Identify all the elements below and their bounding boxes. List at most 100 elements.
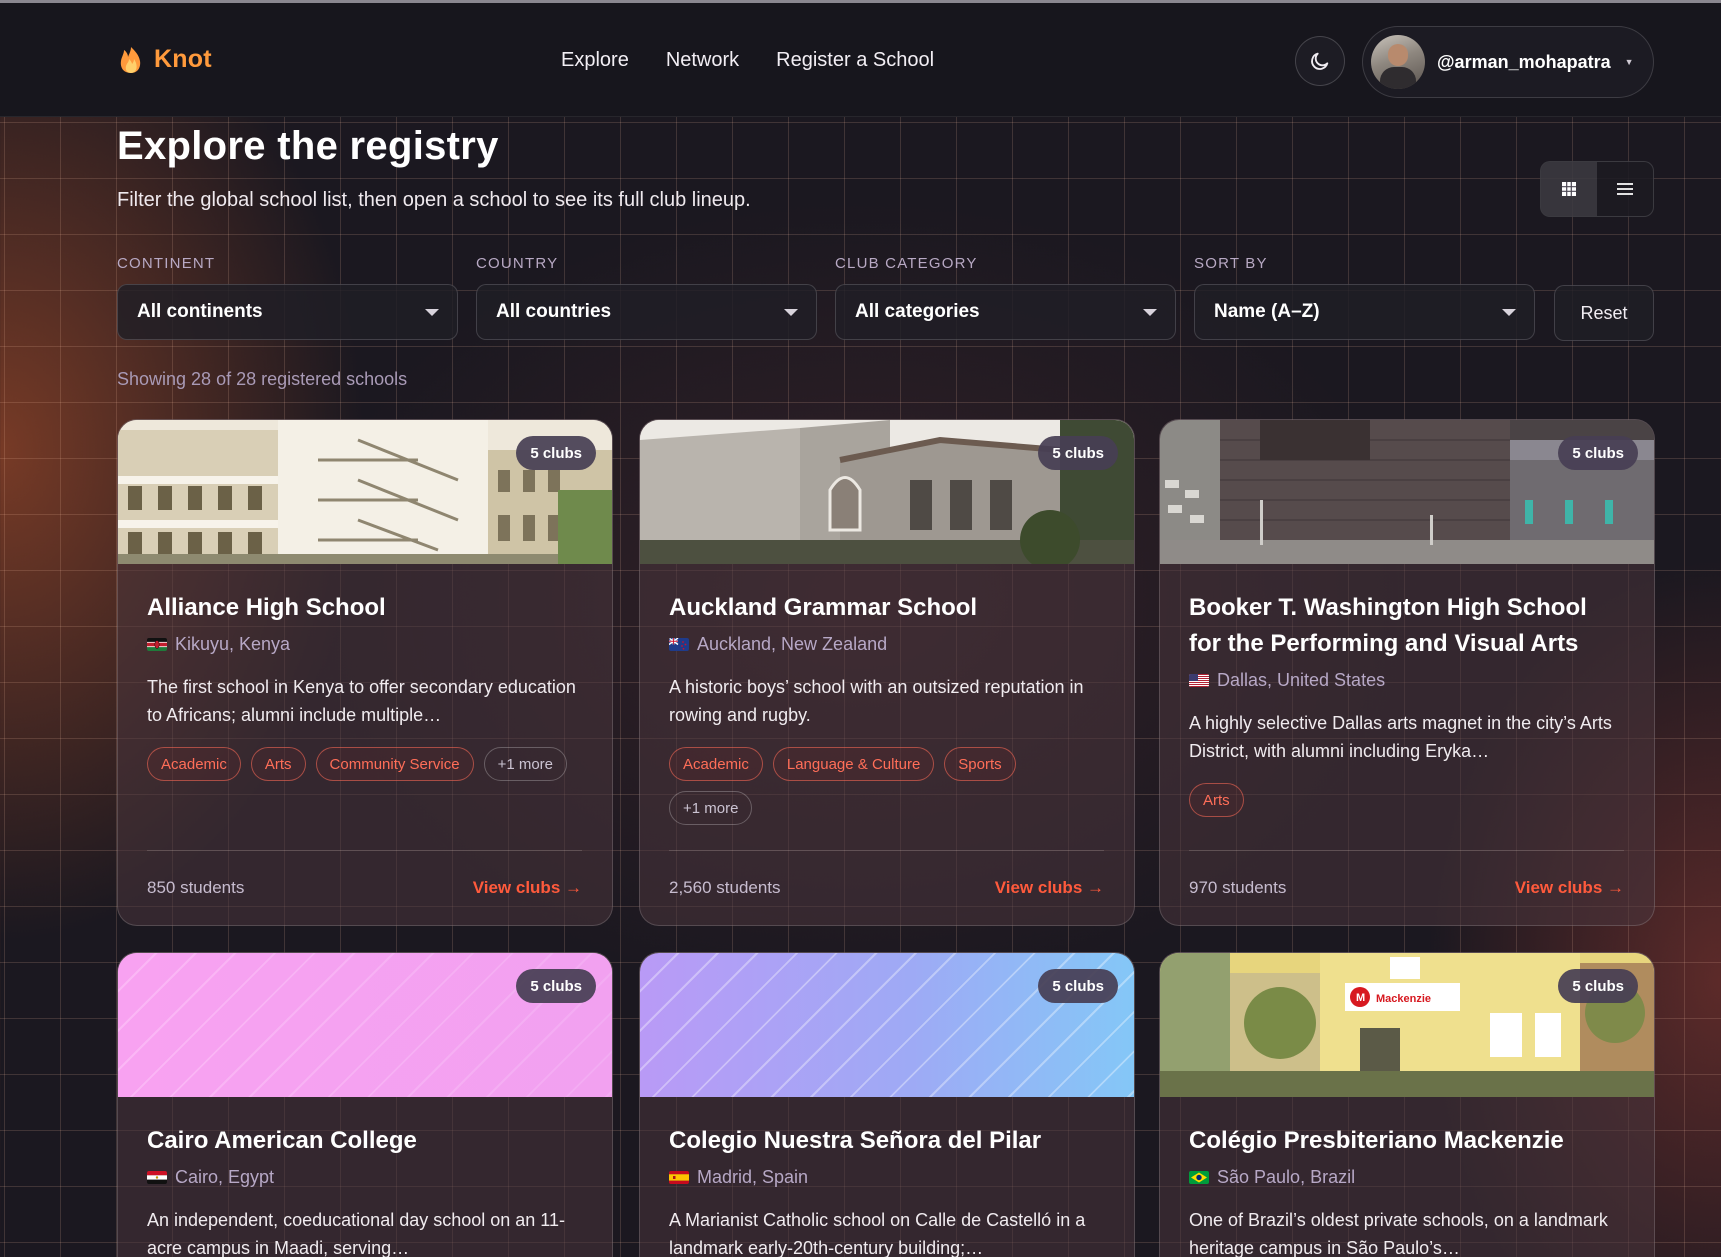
tag-sports[interactable]: Sports [944,747,1016,781]
school-location-text: Cairo, Egypt [175,1167,275,1187]
student-count: 850 students [147,878,245,897]
category-tags: Academic Language & Culture Sports +1 mo… [669,747,1104,825]
school-location: Madrid, Spain [669,1167,1104,1188]
card-body: Cairo American College Cairo, Egypt An i… [118,1097,612,1257]
clubs-count-badge: 5 clubs [516,969,596,1003]
list-icon [1617,183,1633,195]
chevron-down-icon [1143,308,1157,316]
school-photo: 5 clubs [1160,420,1654,564]
tag-community-service[interactable]: Community Service [315,747,474,781]
continent-filter-label: CONTINENT [117,255,216,272]
sort-select[interactable]: Name (A–Z) [1194,284,1535,340]
school-description: A historic boys’ school with an outsized… [669,677,1084,725]
card-body: Alliance High School Kikuyu, Kenya The f… [118,564,612,781]
card-footer: 970 students View clubs → [1189,850,1624,925]
category-filter: CLUB CATEGORY All categories [835,255,1176,340]
school-description: A Marianist Catholic school on Calle de … [669,1210,1086,1257]
page-title: Explore the registry [117,124,499,168]
sort-select-value: Name (A–Z) [1214,301,1320,322]
tag-language-culture[interactable]: Language & Culture [772,747,935,781]
country-select-value: All countries [496,301,612,322]
kenya-flag-icon [147,638,167,651]
student-count: 970 students [1189,878,1287,897]
brand-name: Knot [154,45,212,73]
school-name: Booker T. Washington High School for the… [1189,594,1587,657]
list-view-button[interactable] [1597,162,1653,216]
view-clubs-link[interactable]: View clubs → [473,878,582,898]
tag-arts[interactable]: Arts [250,747,306,781]
flame-logo-icon [120,46,141,73]
card-footer: 850 students View clubs → [147,850,582,925]
school-description: An independent, coeducational day school… [147,1210,565,1257]
reset-button[interactable]: Reset [1554,285,1654,341]
school-photo: M Mackenzie 5 clubs [1160,953,1654,1097]
continent-filter: CONTINENT All continents [117,255,458,340]
category-filter-label: CLUB CATEGORY [835,255,978,272]
view-clubs-link[interactable]: View clubs → [995,878,1104,898]
category-tags: Arts [1189,783,1624,817]
school-location-text: Madrid, Spain [697,1167,809,1187]
school-name: Alliance High School [147,594,386,621]
school-photo: 5 clubs [118,420,612,564]
chevron-down-icon: ▼ [1624,57,1634,67]
clubs-count-badge: 5 clubs [1558,436,1638,470]
theme-toggle-button[interactable] [1295,36,1345,86]
top-nav-bar: Knot Explore Network Register a School @… [0,3,1721,117]
brand[interactable]: Knot [118,45,212,74]
brazil-flag-icon [1189,1171,1209,1184]
page-subtitle: Filter the global school list, then open… [117,189,751,211]
school-description: The first school in Kenya to offer secon… [147,677,576,725]
tag-academic[interactable]: Academic [669,747,763,781]
continent-select[interactable]: All continents [117,284,458,340]
school-photo-placeholder: 5 clubs [118,953,612,1097]
school-photo-placeholder: 5 clubs [640,953,1134,1097]
school-description: A highly selective Dallas arts magnet in… [1189,713,1612,761]
school-card[interactable]: M Mackenzie 5 clubs Colégio Presbiterian… [1159,952,1655,1257]
country-select[interactable]: All countries [476,284,817,340]
more-tags-badge[interactable]: +1 more [483,747,568,781]
tag-arts[interactable]: Arts [1189,783,1244,817]
card-body: Booker T. Washington High School for the… [1160,564,1654,817]
school-card[interactable]: 5 clubs Cairo American College Cairo, Eg… [117,952,613,1257]
nav-network[interactable]: Network [666,49,739,72]
country-filter: COUNTRY All countries [476,255,817,340]
chevron-down-icon [425,308,439,316]
school-card[interactable]: 5 clubs Colegio Nuestra Señora del Pilar… [639,952,1135,1257]
grid-icon [1562,182,1576,196]
mackenzie-sign-text: Mackenzie [1376,993,1431,1005]
category-select[interactable]: All categories [835,284,1176,340]
more-tags-badge[interactable]: +1 more [669,791,753,825]
user-menu-button[interactable]: @arman_mohapatra ▼ [1362,26,1654,98]
clubs-count-badge: 5 clubs [516,436,596,470]
school-location: Auckland, New Zealand [669,634,1104,655]
chevron-down-icon [784,308,798,316]
new-zealand-flag-icon [669,638,689,651]
card-body: Colegio Nuestra Señora del Pilar Madrid,… [640,1097,1134,1257]
united-states-flag-icon [1189,674,1209,687]
chevron-down-icon [1502,308,1516,316]
avatar [1371,35,1425,89]
school-name: Cairo American College [147,1127,417,1154]
clubs-count-badge: 5 clubs [1038,436,1118,470]
school-card[interactable]: 5 clubs Booker T. Washington High School… [1159,419,1655,926]
school-description: One of Brazil’s oldest private schools, … [1189,1210,1608,1257]
school-card[interactable]: 5 clubs Auckland Grammar School Auckland… [639,419,1135,926]
school-name: Colegio Nuestra Señora del Pilar [669,1127,1042,1154]
svg-text:M: M [1356,992,1365,1004]
school-card[interactable]: 5 clubs Alliance High School Kikuyu, Ken… [117,419,613,926]
card-body: Colégio Presbiteriano Mackenzie São Paul… [1160,1097,1654,1257]
view-clubs-link[interactable]: View clubs → [1515,878,1624,898]
egypt-flag-icon [147,1171,167,1184]
school-name: Auckland Grammar School [669,594,978,621]
school-location: Kikuyu, Kenya [147,634,582,655]
sort-filter-label: SORT BY [1194,255,1268,272]
grid-view-button[interactable] [1541,162,1597,216]
school-photo: 5 clubs [640,420,1134,564]
nav-register-school[interactable]: Register a School [776,49,934,72]
clubs-count-badge: 5 clubs [1558,969,1638,1003]
nav-explore[interactable]: Explore [561,49,629,72]
tag-academic[interactable]: Academic [147,747,241,781]
sort-filter: SORT BY Name (A–Z) [1194,255,1535,340]
school-location: Cairo, Egypt [147,1167,582,1188]
spain-flag-icon [669,1171,689,1184]
